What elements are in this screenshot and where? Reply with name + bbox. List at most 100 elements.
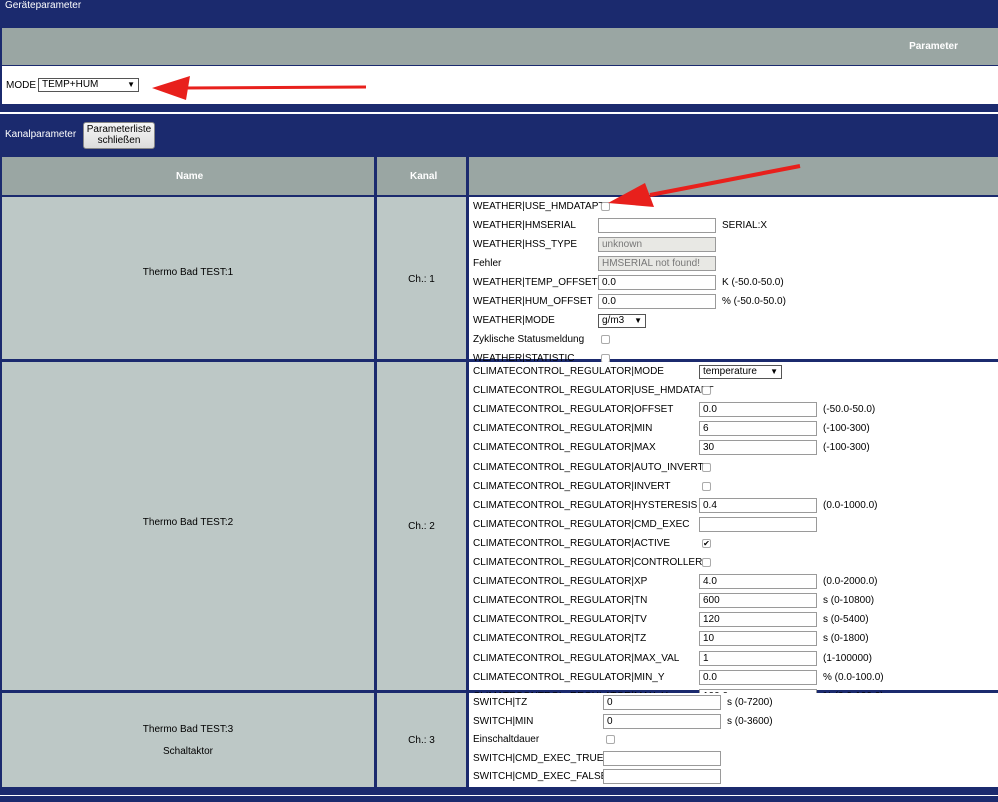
parameter-header-label: Parameter [909,41,958,52]
param-row: CLIMATECONTROL_REGULATOR|MAX_VAL 1 (1-1000… [469,650,998,668]
group-name-cell: Thermo Bad TEST:1 [2,197,374,359]
param-row: CLIMATECONTROL_REGULATOR|XP 4.0 (0.0-2000.… [469,573,998,591]
param-row: CLIMATECONTROL_REGULATOR|TV 120 s (0-5400) [469,611,998,629]
param-input[interactable]: 30 [699,440,817,456]
param-checkbox[interactable] [702,462,711,472]
close-button-line1: Parameterliste [86,124,152,135]
param-label: CLIMATECONTROL_REGULATOR|TZ [473,633,647,645]
param-row: CLIMATECONTROL_REGULATOR|MODE temperature… [469,363,998,381]
param-row: SWITCH|TZ 0 s (0-7200) [469,694,998,712]
param-input[interactable] [603,769,721,785]
param-row: CLIMATECONTROL_REGULATOR|OFFSET 0.0 (-50.0… [469,401,998,419]
param-label: CLIMATECONTROL_REGULATOR|XP [473,576,648,588]
channel-name: Thermo Bad TEST:1 [142,267,234,278]
param-label: WEATHER|MODE [473,315,555,326]
param-unit: (0.0-2000.0) [823,576,878,588]
param-label: Fehler [473,258,502,269]
param-row: WEATHER|HSS_TYPE unknown [469,236,998,254]
param-select-value: g/m3 [602,315,625,326]
param-input[interactable]: 0.0 [699,669,817,685]
param-label: Einschaltdauer [473,734,540,746]
param-row: CLIMATECONTROL_REGULATOR|MIN 6 (-100-300) [469,420,998,438]
param-checkbox[interactable] [601,335,610,344]
param-input[interactable]: 0 [603,713,721,729]
param-checkbox[interactable] [702,481,711,491]
param-label: CLIMATECONTROL_REGULATOR|CONTROLLER [473,557,703,568]
param-input[interactable]: 0 [603,695,721,710]
param-unit: (-100-300) [823,423,870,435]
param-unit: (1-100000) [823,652,872,664]
param-row: CLIMATECONTROL_REGULATOR|USE_HMDATAPT [469,382,998,400]
param-row: CLIMATECONTROL_REGULATOR|HYSTERESIS 0.4 (0… [469,497,998,515]
param-label: CLIMATECONTROL_REGULATOR|CMD_EXEC [473,518,690,530]
separator-line [0,112,998,114]
mode-select[interactable]: TEMP+HUM ▼ [38,78,139,92]
param-input[interactable]: 0.0 [598,275,716,290]
param-input[interactable]: 4.0 [699,574,817,590]
group-kanal-cell: Ch.: 3 [377,693,466,787]
param-checkbox[interactable] [606,735,615,745]
param-input[interactable]: 0.0 [699,402,817,418]
group-name-cell: Thermo Bad TEST:3 Schaltaktor [2,693,374,787]
param-label: CLIMATECONTROL_REGULATOR|HYSTERESIS [473,499,698,511]
param-label: SWITCH|MIN [473,715,534,727]
param-row: WEATHER|HMSERIAL SERIAL:X [469,217,998,235]
chevron-down-icon: ▼ [770,367,778,376]
param-row: CLIMATECONTROL_REGULATOR|TZ 10 s (0-1800) [469,630,998,648]
param-select[interactable]: temperature ▼ [699,365,782,379]
group-params-cell: CLIMATECONTROL_REGULATOR|MODE temperature… [469,362,998,704]
param-label: WEATHER|TEMP_OFFSET [473,277,598,288]
param-label: CLIMATECONTROL_REGULATOR|INVERT [473,480,671,492]
param-input[interactable]: 600 [699,593,817,609]
chevron-down-icon: ▼ [127,80,135,89]
channel-name: Thermo Bad TEST:2 [142,517,234,528]
param-input[interactable]: 120 [699,612,817,628]
table-header-kanal: Kanal [377,157,466,195]
param-unit: s (0-3600) [727,715,773,727]
param-input[interactable]: 10 [699,631,817,647]
chevron-down-icon: ▼ [634,316,642,325]
col-name-label: Name [176,171,204,182]
close-parameter-list-button[interactable]: Parameterliste schließen [83,122,155,149]
param-label: Zyklische Statusmeldung [473,334,585,345]
param-checkbox[interactable] [702,386,711,396]
param-row: CLIMATECONTROL_REGULATOR|CMD_EXEC [469,516,998,534]
param-input[interactable] [699,516,817,532]
param-label: WEATHER|USE_HMDATAPT [473,201,605,212]
param-row: SWITCH|CMD_EXEC_FALSE [469,768,998,786]
param-input[interactable]: 0.0 [598,294,716,309]
param-select[interactable]: g/m3 ▼ [598,314,646,328]
param-select-value: temperature [703,366,757,377]
channel-subtitle: Schaltaktor [162,746,214,757]
param-label: CLIMATECONTROL_REGULATOR|TN [473,595,648,607]
param-input[interactable]: 1 [699,650,817,666]
param-input[interactable]: 6 [699,421,817,437]
param-input[interactable]: 0.4 [699,497,817,513]
param-checkbox[interactable]: ✔ [702,538,711,548]
param-label: WEATHER|HSS_TYPE [473,239,578,250]
param-label: CLIMATECONTROL_REGULATOR|USE_HMDATAPT [473,385,714,397]
channel-number: Ch.: 2 [408,521,435,532]
param-row: WEATHER|MODE g/m3 ▼ [469,312,998,330]
param-unit: s (0-7200) [727,697,773,708]
param-label: CLIMATECONTROL_REGULATOR|ACTIVE [473,537,671,549]
param-row: Zyklische Statusmeldung [469,331,998,349]
param-unit: s (0-1800) [823,633,869,645]
param-readonly-field: unknown [598,237,716,252]
param-row: CLIMATECONTROL_REGULATOR|TN 600 s (0-10800… [469,592,998,610]
param-unit: s (0-10800) [823,595,875,607]
param-input[interactable] [598,218,716,233]
param-input[interactable] [603,750,721,766]
group-params-cell: WEATHER|USE_HMDATAPT WEATHER|HMSERIAL SERI… [469,197,998,364]
param-row: CLIMATECONTROL_REGULATOR|MAX 30 (-100-300) [469,439,998,457]
param-row: CLIMATECONTROL_REGULATOR|CONTROLLER [469,554,998,572]
param-row: CLIMATECONTROL_REGULATOR|ACTIVE ✔ [469,535,998,553]
device-params-header: Parameter [2,28,998,65]
param-label: WEATHER|HUM_OFFSET [473,296,593,307]
param-label: SWITCH|CMD_EXEC_FALSE [473,771,608,783]
param-checkbox[interactable] [702,558,711,567]
param-checkbox[interactable] [601,202,610,211]
param-row: Fehler HMSERIAL not found! [469,255,998,273]
param-row: SWITCH|MIN 0 s (0-3600) [469,713,998,731]
param-unit: % (0.0-100.0) [823,671,884,683]
